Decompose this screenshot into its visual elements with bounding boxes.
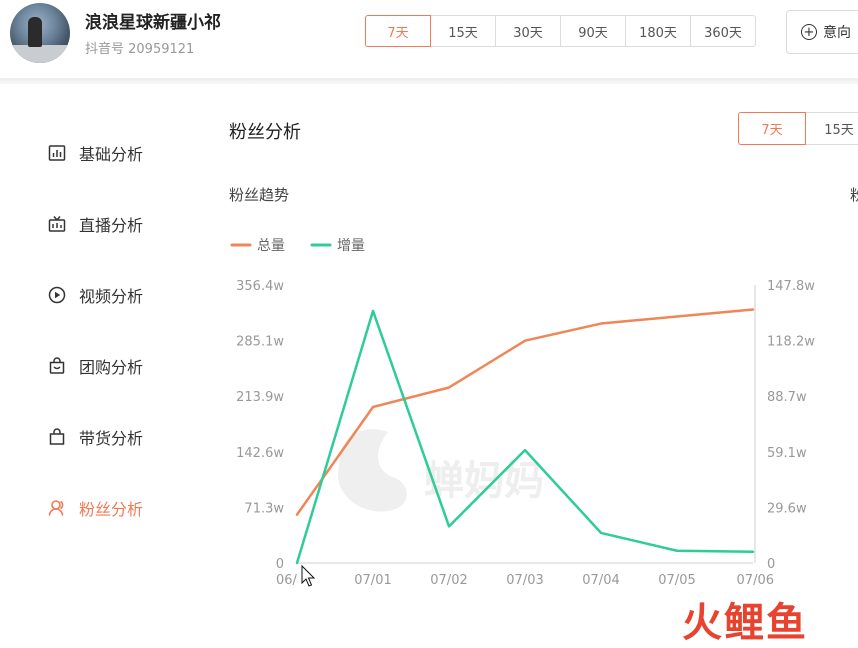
right-axis-tick-label: 88.7w (767, 390, 807, 405)
left-axis-tick-label: 285.1w (236, 335, 284, 350)
x-axis-tick-label: 07/03 (506, 573, 543, 588)
x-axis-tick-label: 06/ (276, 573, 298, 588)
x-axis-tick-label: 07/05 (658, 573, 695, 588)
right-axis-tick-label: 29.6w (767, 501, 807, 516)
x-axis-tick-label: 07/02 (430, 573, 467, 588)
right-axis-tick-label: 0 (767, 557, 775, 572)
brand-watermark: 火鲤鱼 (682, 600, 808, 646)
legend-label: 增量 (337, 238, 365, 254)
left-axis-tick-label: 0 (276, 557, 284, 572)
chart-watermark-text: 蝉妈妈 (424, 458, 544, 504)
left-axis-tick-label: 142.6w (236, 446, 284, 461)
fans-range-7-days-button[interactable]: 7天 (738, 112, 806, 145)
right-axis-tick-label: 118.2w (767, 335, 815, 350)
mouse-cursor-icon (301, 564, 316, 587)
left-axis-tick-label: 356.4w (236, 279, 284, 294)
right-axis-tick-label: 147.8w (767, 279, 815, 294)
range-7-days-button[interactable]: 7天 (365, 15, 431, 47)
right-axis-tick-label: 59.1w (767, 446, 807, 461)
legend-label: 总量 (257, 238, 285, 254)
x-axis-tick-label: 07/01 (354, 573, 391, 588)
x-axis-tick-label: 07/06 (737, 573, 774, 588)
left-axis-tick-label: 213.9w (236, 390, 284, 405)
left-axis-tick-label: 71.3w (244, 501, 284, 516)
x-axis-tick-label: 07/04 (582, 573, 619, 588)
fans-trend-chart: 蝉妈妈 0 71.3w 142.6w 213.9w 285.1w 356.4w 0 29.6w 5… (230, 238, 815, 588)
